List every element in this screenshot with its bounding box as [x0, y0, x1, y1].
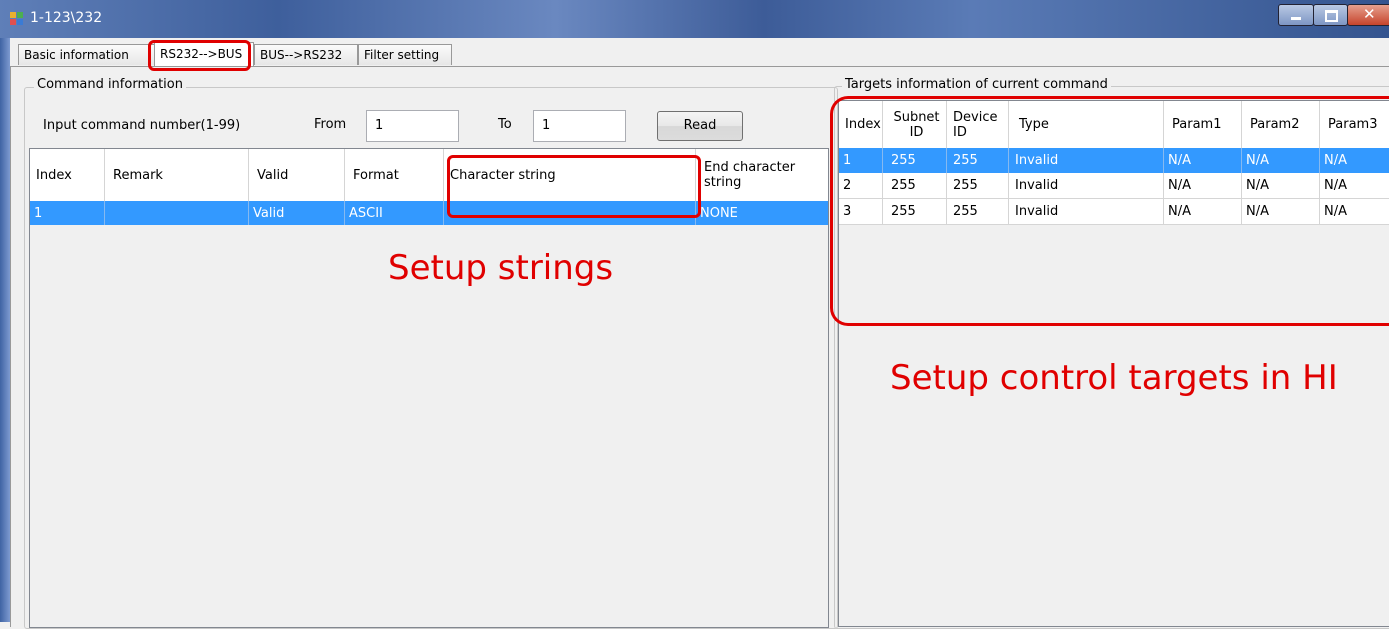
col-end-character-string[interactable]: End character string: [696, 149, 828, 201]
to-input[interactable]: 1: [533, 110, 626, 142]
cell-index[interactable]: 2: [839, 173, 883, 199]
input-command-label: Input command number(1-99): [43, 118, 241, 133]
tab-basic-information[interactable]: Basic information: [18, 44, 160, 65]
cell-param1[interactable]: N/A: [1164, 148, 1242, 173]
col-type[interactable]: Type: [1009, 101, 1164, 148]
minimize-button[interactable]: [1278, 4, 1314, 26]
cell-end-string[interactable]: NONE: [696, 201, 828, 225]
from-label: From: [314, 117, 347, 132]
app-icon: [10, 12, 24, 26]
col-target-index[interactable]: Index: [839, 101, 883, 148]
cell-format[interactable]: ASCII: [345, 201, 444, 225]
col-format[interactable]: Format: [345, 149, 444, 201]
title-bar: 1-123\232 ✕: [0, 0, 1389, 38]
cell-param2[interactable]: N/A: [1242, 173, 1320, 199]
maximize-button[interactable]: [1313, 4, 1348, 26]
command-information-label: Command information: [34, 77, 186, 92]
tab-bus-to-rs232[interactable]: BUS-->RS232: [254, 44, 358, 65]
target-row[interactable]: 1 255 255 Invalid N/A N/A N/A: [839, 148, 1389, 173]
cell-index[interactable]: 3: [839, 199, 883, 225]
to-label: To: [498, 117, 512, 132]
cell-type[interactable]: Invalid: [1009, 148, 1164, 173]
cell-param3[interactable]: N/A: [1320, 173, 1389, 199]
window-frame-left: [0, 38, 10, 622]
cell-remark[interactable]: [105, 201, 249, 225]
cell-character-string[interactable]: [444, 201, 696, 225]
cell-device[interactable]: 255: [947, 148, 1009, 173]
read-button[interactable]: Read: [657, 111, 743, 141]
cell-device[interactable]: 255: [947, 173, 1009, 199]
cell-param3[interactable]: N/A: [1320, 148, 1389, 173]
tab-rs232-to-bus[interactable]: RS232-->BUS: [154, 42, 254, 66]
col-param3[interactable]: Param3: [1320, 101, 1389, 148]
annotation-setup-strings: Setup strings: [388, 248, 614, 288]
minimize-icon: [1291, 17, 1301, 20]
cell-param2[interactable]: N/A: [1242, 199, 1320, 225]
col-device-id[interactable]: Device ID: [947, 101, 1009, 148]
col-index[interactable]: Index: [30, 149, 105, 201]
cell-subnet[interactable]: 255: [883, 173, 947, 199]
close-button[interactable]: ✕: [1347, 4, 1389, 26]
command-row[interactable]: 1 Valid ASCII NONE: [30, 201, 828, 225]
from-input[interactable]: 1: [366, 110, 459, 142]
col-valid[interactable]: Valid: [249, 149, 345, 201]
command-grid-header: Index Remark Valid Format Character stri…: [30, 149, 828, 202]
close-icon: ✕: [1363, 5, 1376, 23]
cell-type[interactable]: Invalid: [1009, 199, 1164, 225]
cell-subnet[interactable]: 255: [883, 148, 947, 173]
cell-subnet[interactable]: 255: [883, 199, 947, 225]
cell-device[interactable]: 255: [947, 199, 1009, 225]
tab-filter-setting[interactable]: Filter setting: [358, 44, 452, 65]
target-row[interactable]: 2 255 255 Invalid N/A N/A N/A: [839, 173, 1389, 199]
cell-valid[interactable]: Valid: [249, 201, 345, 225]
cell-param2[interactable]: N/A: [1242, 148, 1320, 173]
col-character-string[interactable]: Character string: [444, 149, 696, 201]
col-param2[interactable]: Param2: [1242, 101, 1320, 148]
cell-type[interactable]: Invalid: [1009, 173, 1164, 199]
cell-index[interactable]: 1: [30, 201, 105, 225]
target-row[interactable]: 3 255 255 Invalid N/A N/A N/A: [839, 199, 1389, 225]
col-subnet-id[interactable]: Subnet ID: [883, 101, 947, 148]
window-title: 1-123\232: [30, 10, 103, 26]
command-grid[interactable]: Index Remark Valid Format Character stri…: [29, 148, 829, 628]
maximize-icon: [1325, 10, 1338, 22]
cell-param3[interactable]: N/A: [1320, 199, 1389, 225]
targets-information-label: Targets information of current command: [842, 77, 1111, 92]
targets-grid-header: Index Subnet ID Device ID Type Param1 Pa…: [839, 101, 1389, 149]
cell-index[interactable]: 1: [839, 148, 883, 173]
col-remark[interactable]: Remark: [105, 149, 249, 201]
col-param1[interactable]: Param1: [1164, 101, 1242, 148]
cell-param1[interactable]: N/A: [1164, 199, 1242, 225]
annotation-setup-targets: Setup control targets in HI: [890, 358, 1338, 398]
cell-param1[interactable]: N/A: [1164, 173, 1242, 199]
